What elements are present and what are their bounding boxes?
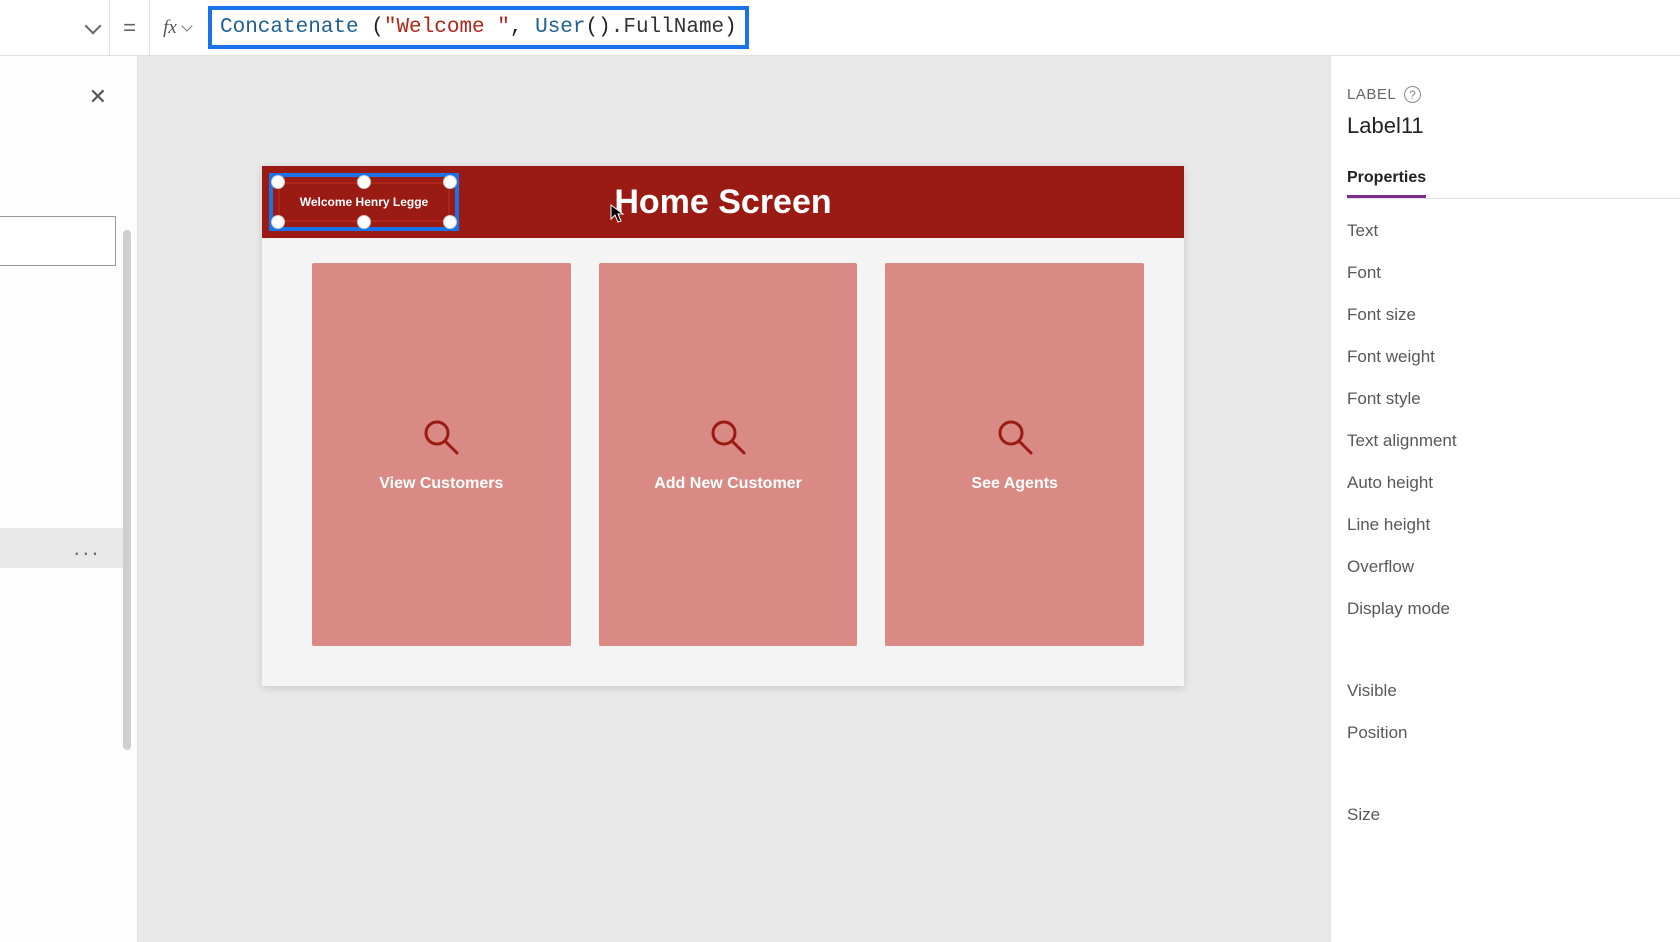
prop-position[interactable]: Position — [1347, 723, 1680, 743]
tree-item-selected[interactable]: ... — [0, 528, 123, 568]
properties-panel: LABEL ? Label11 Properties Text Font Fon… — [1330, 56, 1680, 942]
prop-overflow[interactable]: Overflow — [1347, 557, 1680, 577]
prop-size[interactable]: Size — [1347, 805, 1680, 825]
header-title: Home Screen — [614, 183, 831, 222]
tile-see-agents[interactable]: See Agents — [885, 263, 1144, 646]
tab-properties[interactable]: Properties — [1347, 161, 1426, 198]
tile-label: See Agents — [971, 475, 1058, 493]
formula-token-paren: ( — [371, 16, 384, 39]
formula-token-string: "Welcome " — [384, 16, 510, 39]
scrollbar-thumb[interactable] — [123, 230, 131, 750]
formula-token-property: FullName — [623, 16, 724, 39]
help-icon[interactable]: ? — [1404, 86, 1421, 103]
canvas-area[interactable]: Home Screen Welcome Henry Legge — [138, 56, 1330, 942]
tile-add-new-customer[interactable]: Add New Customer — [599, 263, 858, 646]
search-icon — [708, 417, 748, 457]
formula-bar: = fx Concatenate ("Welcome ", User().Ful… — [0, 0, 1680, 56]
formula-token-paren: ) — [724, 16, 737, 39]
formula-token-paren: ( — [586, 16, 599, 39]
selected-label-control[interactable]: Welcome Henry Legge — [269, 173, 459, 231]
search-icon — [995, 417, 1035, 457]
app-screen[interactable]: Home Screen Welcome Henry Legge — [262, 166, 1184, 686]
property-list: Text Font Font size Font weight Font sty… — [1347, 221, 1680, 825]
control-type-label: LABEL — [1347, 86, 1396, 103]
equals-label: = — [110, 0, 150, 55]
property-selector-dropdown[interactable] — [0, 0, 110, 56]
prop-auto-height[interactable]: Auto height — [1347, 473, 1680, 493]
resize-handle[interactable] — [357, 175, 371, 189]
formula-token-function: Concatenate — [220, 16, 371, 39]
prop-font-size[interactable]: Font size — [1347, 305, 1680, 325]
tree-view-panel: ✕ ... — [0, 56, 138, 942]
formula-highlight: Concatenate ("Welcome ", User().FullName… — [208, 6, 749, 49]
prop-font-weight[interactable]: Font weight — [1347, 347, 1680, 367]
formula-input[interactable]: Concatenate ("Welcome ", User().FullName… — [204, 0, 1680, 55]
tiles-row: View Customers Add New Customer See Agen… — [312, 263, 1144, 646]
chevron-down-icon — [181, 20, 192, 31]
formula-token-paren: ) — [598, 16, 611, 39]
tile-label: View Customers — [379, 475, 503, 493]
control-name: Label11 — [1347, 113, 1680, 139]
screen-header: Home Screen Welcome Henry Legge — [262, 166, 1184, 238]
prop-text-alignment[interactable]: Text alignment — [1347, 431, 1680, 451]
resize-handle[interactable] — [357, 215, 371, 229]
tree-search-input[interactable] — [0, 216, 116, 266]
formula-token-object: User — [535, 16, 585, 39]
divider — [1347, 641, 1680, 659]
more-options-icon[interactable]: ... — [74, 535, 101, 561]
resize-handle[interactable] — [443, 175, 457, 189]
tile-label: Add New Customer — [654, 475, 802, 493]
fx-button[interactable]: fx — [150, 0, 204, 55]
prop-text[interactable]: Text — [1347, 221, 1680, 241]
formula-token-comma: , — [510, 16, 535, 39]
formula-token-dot: . — [611, 16, 624, 39]
prop-font[interactable]: Font — [1347, 263, 1680, 283]
chevron-down-icon — [85, 17, 102, 34]
divider — [1347, 765, 1680, 783]
prop-font-style[interactable]: Font style — [1347, 389, 1680, 409]
tile-view-customers[interactable]: View Customers — [312, 263, 571, 646]
resize-handle[interactable] — [271, 215, 285, 229]
prop-display-mode[interactable]: Display mode — [1347, 599, 1680, 619]
search-icon — [421, 417, 461, 457]
fx-text: fx — [163, 17, 177, 39]
resize-handle[interactable] — [271, 175, 285, 189]
resize-handle[interactable] — [443, 215, 457, 229]
prop-visible[interactable]: Visible — [1347, 681, 1680, 701]
control-type-row: LABEL ? — [1347, 86, 1680, 103]
welcome-label-text: Welcome Henry Legge — [300, 195, 428, 209]
close-icon[interactable]: ✕ — [89, 84, 107, 110]
properties-tabs: Properties — [1347, 161, 1680, 199]
prop-line-height[interactable]: Line height — [1347, 515, 1680, 535]
